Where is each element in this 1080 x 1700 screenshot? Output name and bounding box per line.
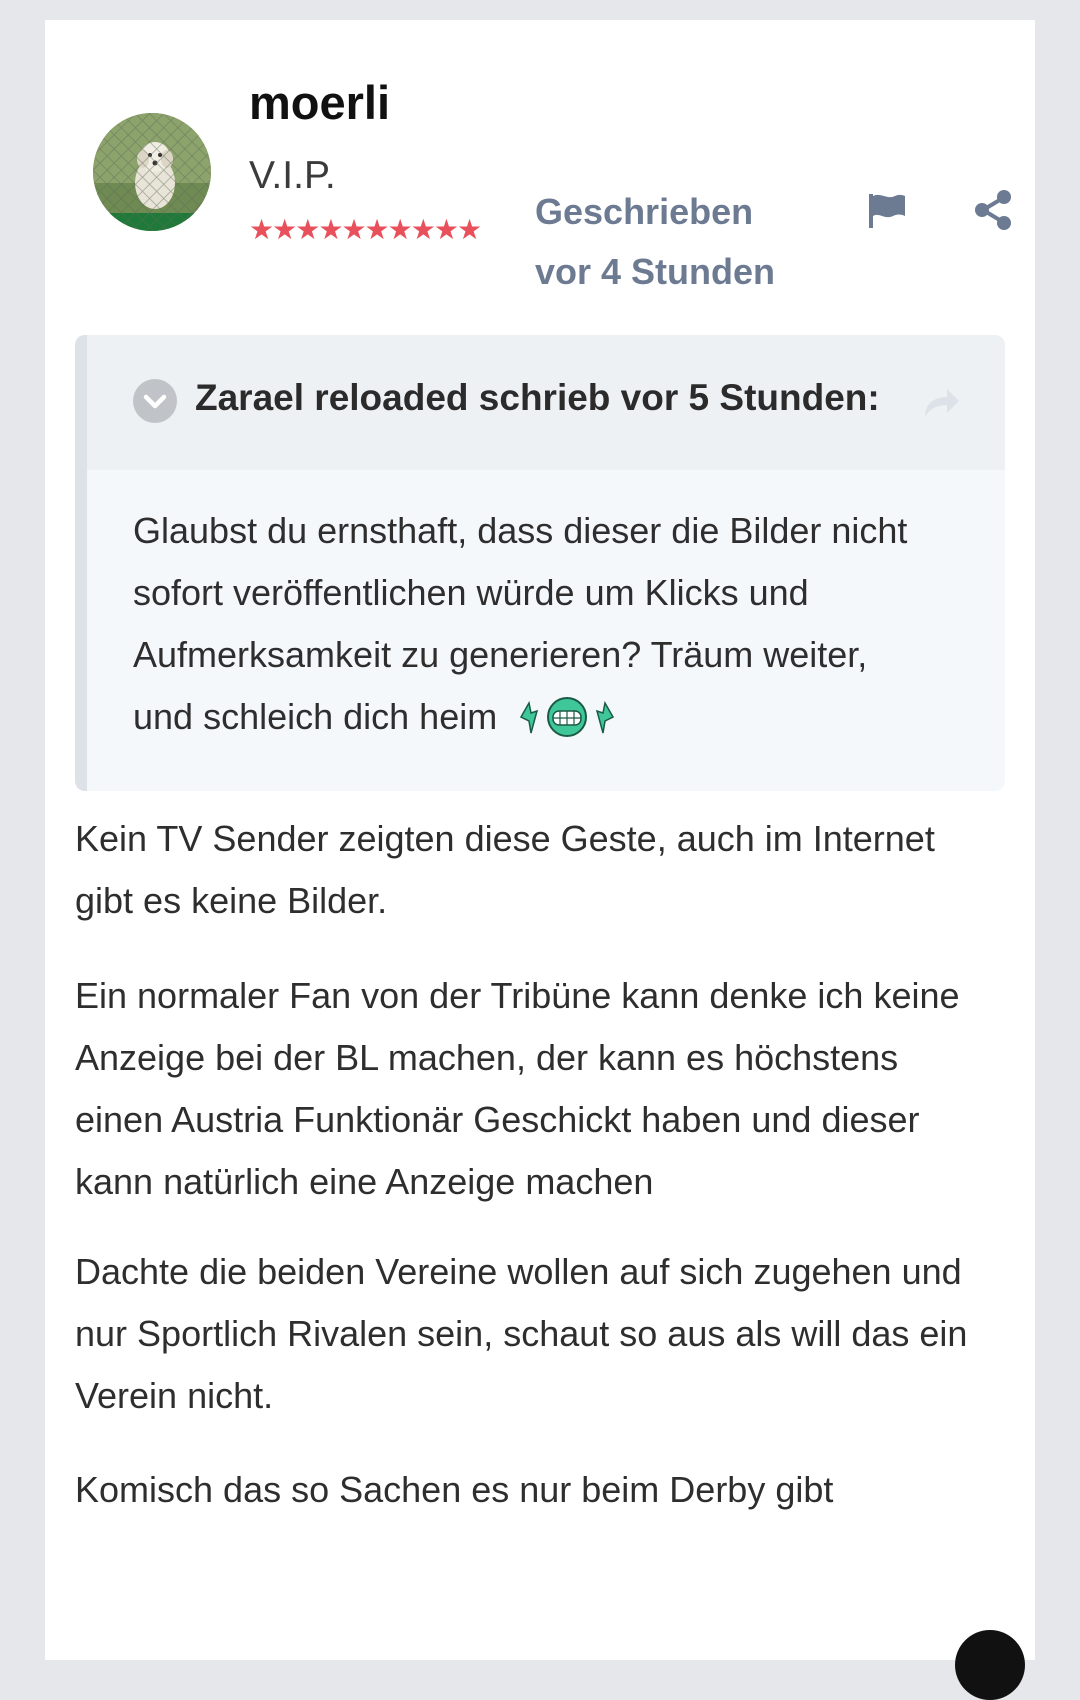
post-paragraph: Komisch das so Sachen es nur beim Derby …: [75, 1469, 834, 1510]
post-date-line2: vor 4 Stunden: [535, 251, 776, 292]
post-date-line1: Geschrieben: [535, 191, 754, 232]
rank-star: ★: [364, 214, 390, 245]
quote-text: Glaubst du ernsthaft, dass dieser die Bi…: [133, 500, 933, 748]
floating-action-button[interactable]: [955, 1630, 1025, 1700]
rank-star: ★: [272, 214, 297, 245]
rank-star: ★: [341, 214, 366, 245]
chevron-down-icon[interactable]: [133, 379, 177, 423]
post-paragraph: Kein TV Sender zeigten diese Geste, auch…: [75, 818, 935, 921]
quote-author-line[interactable]: Zarael reloaded schrieb vor 5 Stunden:: [195, 377, 880, 419]
post-paragraph: Ein normaler Fan von der Tribüne kann de…: [75, 975, 960, 1202]
quote-border: [75, 335, 87, 791]
rank-star: ★: [387, 214, 413, 245]
flag-icon[interactable]: [865, 188, 909, 232]
rank-stars: ★ ★ ★ ★ ★ ★ ★ ★ ★ ★: [249, 214, 482, 245]
rank-star: ★: [295, 214, 320, 245]
rank-star: ★: [249, 214, 274, 245]
author-rank: V.I.P.: [249, 154, 336, 197]
author-avatar[interactable]: [93, 113, 211, 231]
share-icon[interactable]: [971, 188, 1015, 232]
post-date[interactable]: Geschrieben vor 4 Stunden: [535, 182, 775, 302]
rank-star: ★: [433, 214, 459, 245]
quote-block: Zarael reloaded schrieb vor 5 Stunden: G…: [75, 335, 1005, 791]
grinning-dancing-emoji-icon: [517, 695, 617, 739]
avatar-dog-photo: [93, 113, 211, 231]
post-paragraph: Dachte die beiden Vereine wollen auf sic…: [75, 1251, 968, 1416]
rank-star: ★: [318, 214, 343, 245]
quote-header: Zarael reloaded schrieb vor 5 Stunden:: [87, 335, 1005, 470]
rank-star: ★: [410, 214, 436, 245]
rank-star: ★: [456, 214, 482, 245]
author-name[interactable]: moerli: [249, 72, 390, 133]
reply-arrow-icon[interactable]: [921, 383, 961, 423]
post-card: moerli V.I.P. ★ ★ ★ ★ ★ ★ ★ ★ ★ ★ Geschr…: [45, 20, 1035, 1700]
